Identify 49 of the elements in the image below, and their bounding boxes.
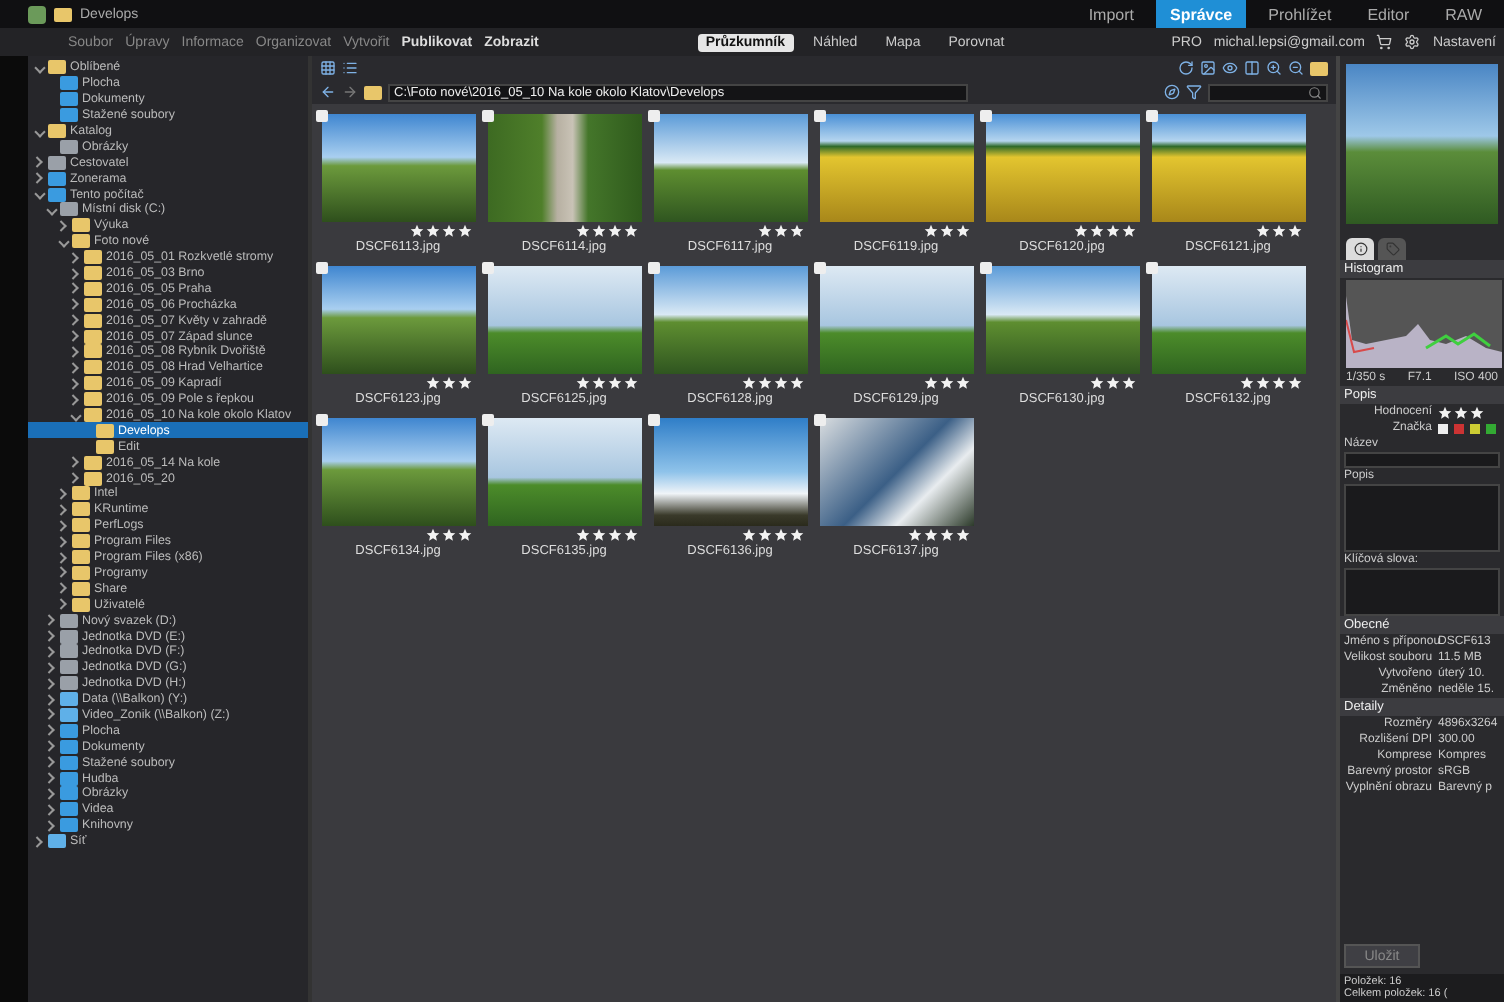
folder-icon[interactable]	[1310, 61, 1328, 75]
zoom-out-icon[interactable]	[1288, 60, 1304, 76]
zoom-in-icon[interactable]	[1266, 60, 1282, 76]
keywords-field[interactable]	[1344, 568, 1500, 616]
name-field[interactable]	[1344, 452, 1500, 468]
checkbox-icon	[814, 262, 826, 274]
app-icon	[28, 5, 46, 23]
search-field[interactable]	[1208, 83, 1328, 101]
checkbox-icon	[316, 110, 328, 122]
compass-icon[interactable]	[1164, 84, 1180, 100]
description-field[interactable]	[1344, 484, 1500, 552]
folder-icon	[54, 7, 72, 21]
checkbox-icon	[316, 262, 328, 274]
checkbox-icon	[980, 262, 992, 274]
cart-icon[interactable]	[1376, 34, 1393, 50]
info-tab[interactable]	[1346, 238, 1374, 260]
checkbox-icon	[1146, 262, 1158, 274]
search-icon	[1308, 85, 1322, 99]
checkbox-icon	[482, 414, 494, 426]
checkbox-icon	[648, 262, 660, 274]
checkbox-icon	[316, 414, 328, 426]
checkbox-icon	[814, 110, 826, 122]
checkbox-icon	[648, 110, 660, 122]
checkbox-icon	[482, 110, 494, 122]
grid-view-icon[interactable]	[320, 60, 336, 76]
rotate-icon[interactable]	[1178, 60, 1194, 76]
mode-tab[interactable]: RAW	[1431, 0, 1496, 28]
mode-tab[interactable]: Správce	[1156, 0, 1247, 28]
mode-tab[interactable]: Editor	[1353, 0, 1424, 28]
info-icon	[1353, 242, 1367, 256]
mode-tab[interactable]: Prohlížet	[1254, 0, 1346, 28]
back-icon[interactable]	[320, 84, 336, 100]
checkbox-icon	[814, 414, 826, 426]
folder-icon[interactable]	[364, 85, 382, 99]
filter-icon[interactable]	[1186, 84, 1202, 100]
checkbox-icon	[482, 262, 494, 274]
checkbox-icon	[980, 110, 992, 122]
list-view-icon[interactable]	[342, 60, 358, 76]
mode-tab[interactable]: Import	[1074, 0, 1148, 28]
columns-icon[interactable]	[1244, 60, 1260, 76]
settings-icon[interactable]	[1404, 34, 1421, 50]
eye-icon[interactable]	[1222, 60, 1238, 76]
forward-icon[interactable]	[342, 84, 358, 100]
checkbox-icon	[648, 414, 660, 426]
image-icon[interactable]	[1200, 60, 1216, 76]
tag-icon	[1385, 242, 1399, 256]
checkbox-icon	[1146, 110, 1158, 122]
folder-icon	[48, 60, 66, 75]
folder-icon	[48, 124, 66, 138]
